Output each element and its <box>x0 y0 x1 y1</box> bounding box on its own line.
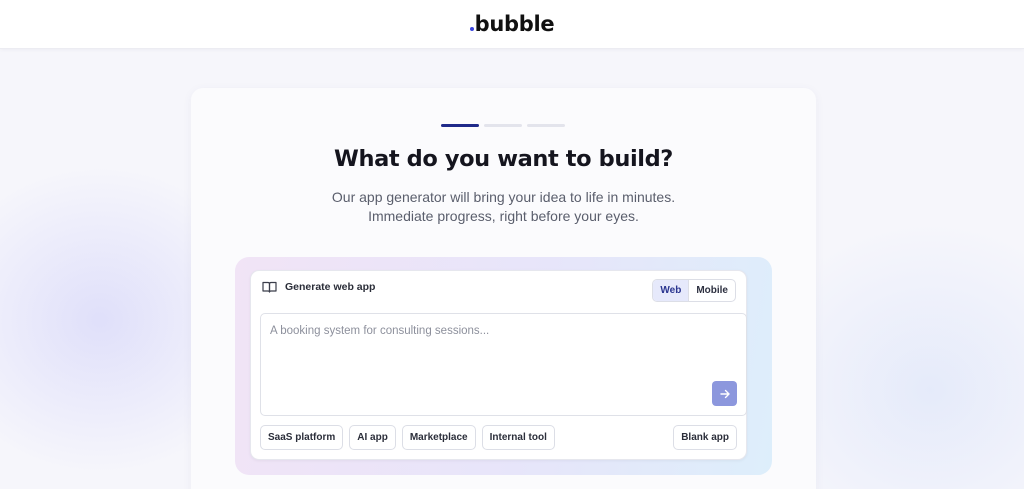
prompt-input[interactable]: A booking system for consulting sessions… <box>260 313 747 416</box>
chip-saas-platform[interactable]: SaaS platform <box>260 425 344 450</box>
subtitle-line-1: Our app generator will bring your idea t… <box>331 189 676 205</box>
platform-toggle: Web Mobile <box>652 279 736 302</box>
bubble-logo[interactable]: bubble <box>469 12 555 36</box>
step-indicator-1 <box>441 124 479 127</box>
chip-marketplace[interactable]: Marketplace <box>401 425 476 450</box>
composer-frame: Generate web app Web Mobile A booking sy… <box>235 257 772 475</box>
step-indicator-2 <box>484 124 522 127</box>
page-title: What do you want to build? <box>334 146 673 172</box>
suggestion-chips: SaaS platform AI app Marketplace Interna… <box>260 425 555 450</box>
generate-label: Generate web app <box>262 281 375 293</box>
blank-app-button[interactable]: Blank app <box>673 425 737 450</box>
generate-label-text: Generate web app <box>285 281 376 293</box>
step-progress <box>441 124 565 127</box>
arrow-right-icon <box>719 389 730 398</box>
onboarding-card: What do you want to build? Our app gener… <box>191 88 816 489</box>
step-indicator-3 <box>527 124 565 127</box>
logo-dot <box>469 27 474 31</box>
logo-text: bubble <box>474 12 555 36</box>
platform-web-button[interactable]: Web <box>653 280 689 301</box>
chip-ai-app[interactable]: AI app <box>349 425 396 450</box>
submit-button[interactable] <box>712 381 737 406</box>
prompt-placeholder: A booking system for consulting sessions… <box>270 325 490 337</box>
top-bar: bubble <box>0 0 1024 49</box>
app-generator-panel: Generate web app Web Mobile A booking sy… <box>250 270 747 460</box>
chip-internal-tool[interactable]: Internal tool <box>481 425 555 450</box>
subtitle-line-2: Immediate progress, right before your ey… <box>368 208 639 224</box>
platform-mobile-button[interactable]: Mobile <box>688 280 735 301</box>
book-open-icon <box>262 281 277 293</box>
